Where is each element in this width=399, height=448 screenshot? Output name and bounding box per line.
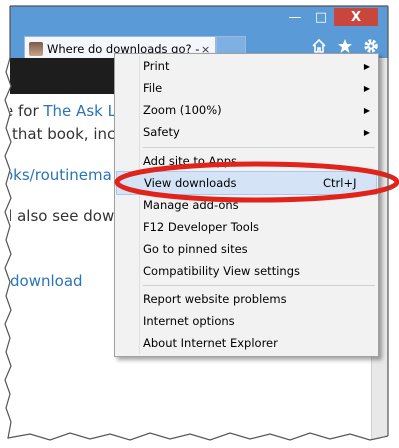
menu-item-label: File — [143, 81, 163, 95]
menu-item-label: Zoom (100%) — [143, 103, 222, 117]
submenu-arrow-icon: ▶ — [363, 83, 370, 93]
menu-item-shortcut: Ctrl+J — [323, 176, 357, 190]
menu-item-label: Report website problems — [143, 292, 287, 306]
menu-separator — [143, 147, 375, 148]
maximize-button[interactable]: □ — [308, 8, 334, 26]
menu-item-compatibility-view-settings[interactable]: Compatibility View settings — [115, 260, 378, 282]
menu-item-label: View downloads — [144, 176, 237, 190]
page-line-4: ll also see dow — [10, 207, 115, 225]
menu-item-manage-add-ons[interactable]: Manage add-ons — [115, 194, 378, 216]
menu-item-label: Internet options — [143, 314, 235, 328]
window-controls: — □ X — [282, 8, 378, 26]
menu-item-print[interactable]: Print ▶ — [115, 55, 378, 77]
title-bar: — □ X Where do downloads go? -… × — [10, 6, 388, 62]
submenu-arrow-icon: ▶ — [363, 127, 370, 137]
menu-item-add-site-to-apps[interactable]: Add site to Apps — [115, 150, 378, 172]
page-line-1: e for The Ask Le — [10, 102, 125, 120]
menu-item-label: Compatibility View settings — [143, 264, 300, 278]
menu-item-label: Manage add-ons — [143, 198, 239, 212]
menu-item-zoom[interactable]: Zoom (100%) ▶ — [115, 99, 378, 121]
favicon-icon — [29, 42, 43, 56]
menu-item-go-to-pinned-sites[interactable]: Go to pinned sites — [115, 238, 378, 260]
menu-item-label: About Internet Explorer — [143, 336, 278, 350]
submenu-arrow-icon: ▶ — [363, 105, 370, 115]
ask-leo-link[interactable]: The Ask Le — [43, 102, 125, 120]
menu-separator — [143, 285, 375, 286]
menu-item-label: Print — [143, 59, 170, 73]
menu-item-about-internet-explorer[interactable]: About Internet Explorer — [115, 332, 378, 354]
menu-item-label: Add site to Apps — [143, 154, 238, 168]
menu-item-label: F12 Developer Tools — [143, 220, 260, 234]
close-button[interactable]: X — [334, 8, 378, 26]
routine-link[interactable]: oks/routinema — [10, 166, 112, 184]
menu-item-report-website-problems[interactable]: Report website problems — [115, 288, 378, 310]
minimize-button[interactable]: — — [282, 8, 308, 26]
submenu-arrow-icon: ▶ — [363, 61, 370, 71]
download-link[interactable]: download — [10, 272, 83, 290]
menu-item-label: Safety — [143, 125, 180, 139]
tools-menu: Print ▶ File ▶ Zoom (100%) ▶ Safety ▶ Ad… — [114, 53, 379, 357]
menu-item-internet-options[interactable]: Internet options — [115, 310, 378, 332]
page-line-2: that book, incl — [12, 125, 120, 143]
menu-item-f12-developer-tools[interactable]: F12 Developer Tools — [115, 216, 378, 238]
menu-item-file[interactable]: File ▶ — [115, 77, 378, 99]
menu-item-view-downloads[interactable]: View downloads Ctrl+J — [116, 171, 377, 195]
menu-item-label: Go to pinned sites — [143, 242, 248, 256]
page-text: e for — [10, 102, 39, 120]
menu-item-safety[interactable]: Safety ▶ — [115, 121, 378, 143]
site-header-bar — [10, 58, 130, 94]
